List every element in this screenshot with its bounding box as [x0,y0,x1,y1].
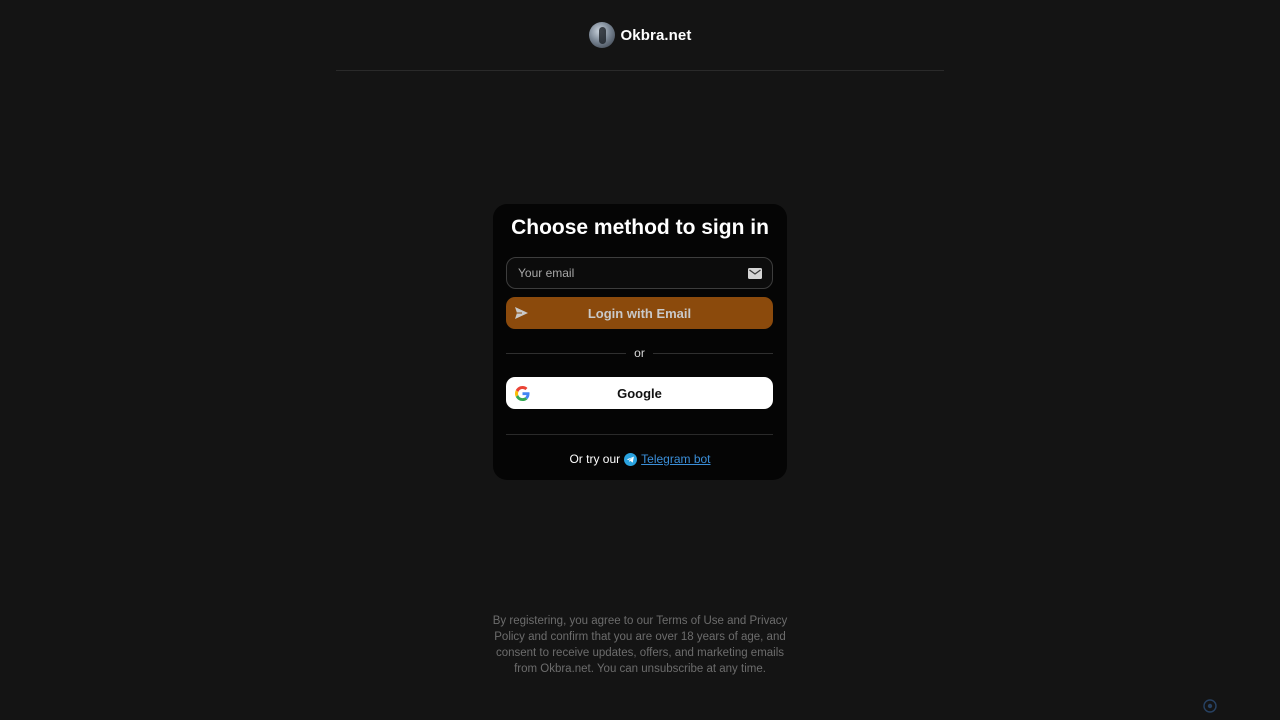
site-header: Okbra.net [336,0,944,71]
mail-icon [748,267,762,279]
send-arrow-icon [515,307,528,319]
google-g-icon [515,386,530,401]
avatar-logo-icon[interactable] [588,22,615,48]
divider-text: or [634,346,645,360]
or-divider: or [506,344,774,362]
page: Okbra.net Choose method to sign in Login… [0,0,1280,720]
site-name[interactable]: Okbra.net [621,27,692,44]
login-with-email-button[interactable]: Login with Email [506,297,773,329]
email-field-wrapper [506,257,773,289]
divider-line-right [652,352,774,354]
telegram-row: Or try our Telegram bot [493,450,787,468]
telegram-bot-link[interactable]: Telegram bot [641,452,710,466]
sign-in-card [493,204,787,480]
registration-disclaimer: By registering, you agree to our Terms o… [492,615,788,675]
divider-line-left [506,352,627,354]
sign-in-title: Choose method to sign in [511,216,769,239]
google-button-label: Google [617,385,662,401]
telegram-icon [624,452,638,466]
email-input[interactable] [518,266,748,280]
card-separator [506,434,773,435]
google-sign-in-button[interactable]: Google [506,377,773,409]
login-button-label: Login with Email [587,305,692,321]
settings-icon[interactable] [1203,699,1217,713]
telegram-prefix: Or try our [569,452,621,466]
